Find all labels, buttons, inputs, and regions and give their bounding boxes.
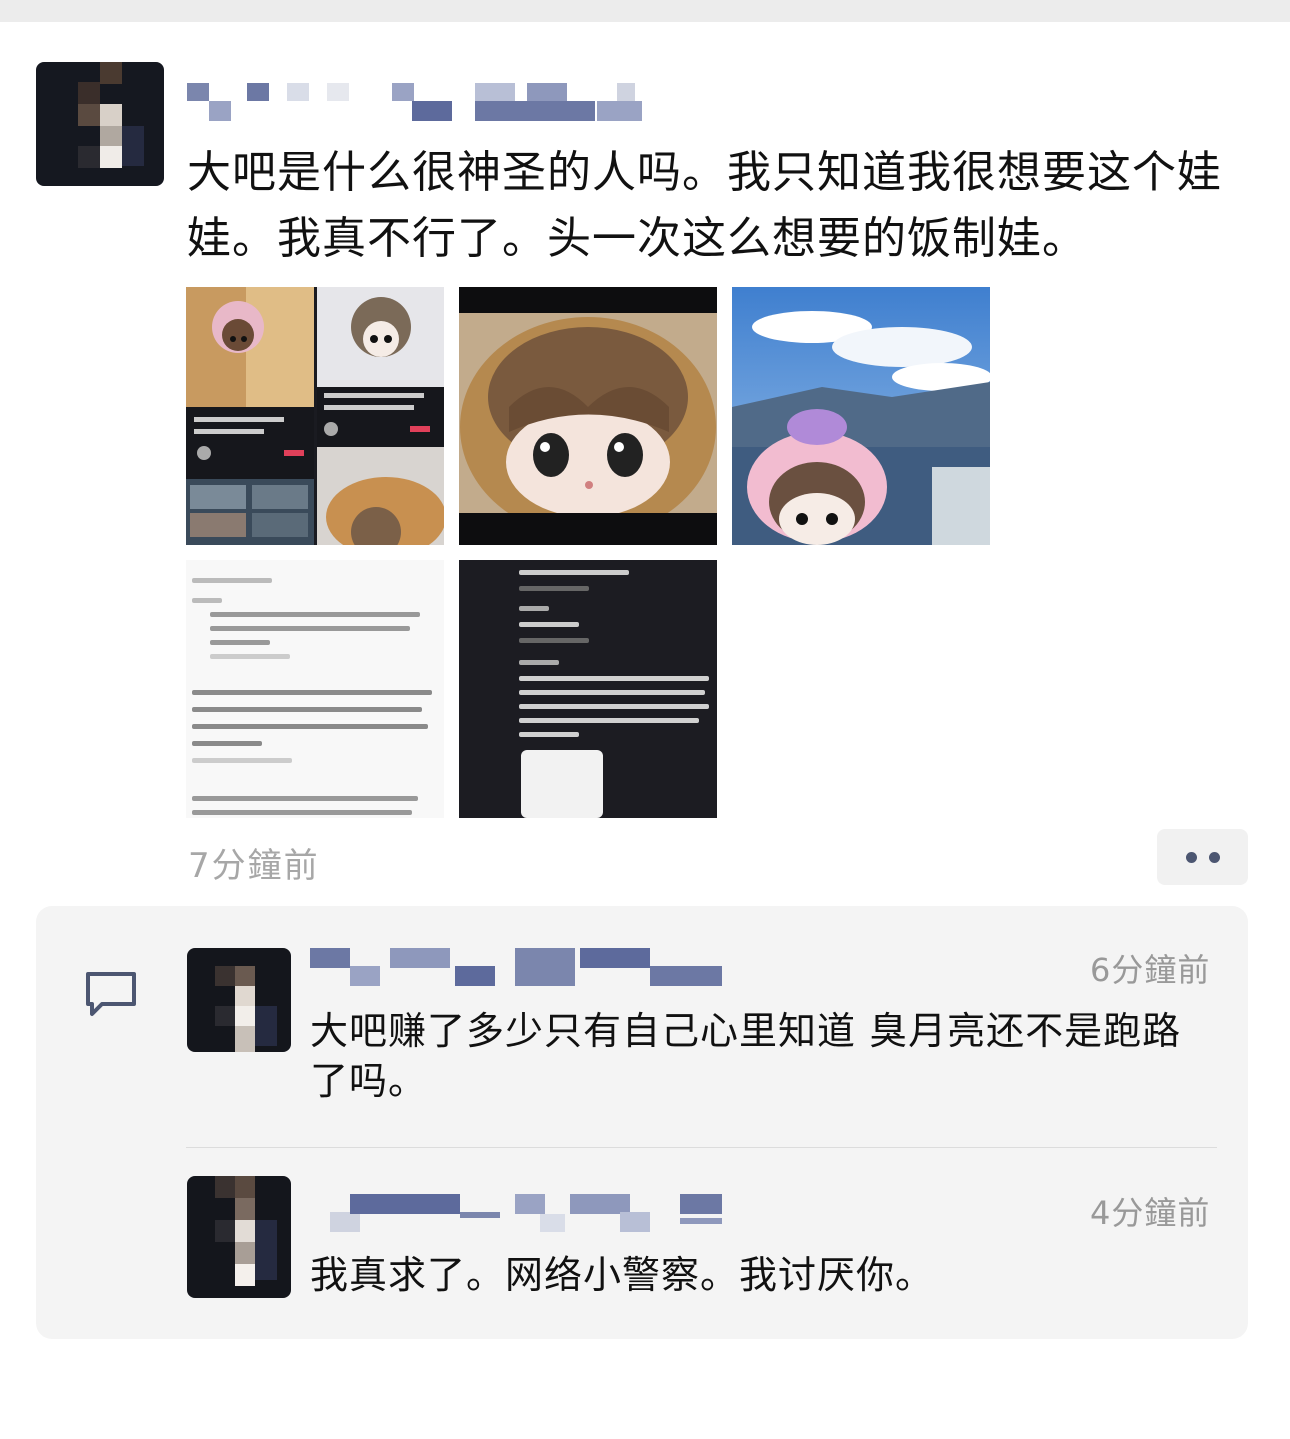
comment-screenshot-dark-icon — [459, 560, 717, 818]
post-image-4[interactable] — [186, 560, 444, 818]
comment-icon[interactable] — [84, 970, 138, 1020]
post-image-2[interactable] — [459, 287, 717, 545]
comment-1-timestamp: 6分鐘前 — [1090, 951, 1211, 989]
doll-with-sky-icon — [732, 287, 990, 545]
comment-2-timestamp: 4分鐘前 — [1090, 1194, 1211, 1232]
comment-screenshot-light-icon — [186, 560, 444, 818]
post-image-1[interactable] — [186, 287, 444, 545]
comment-2-text: 我真求了。网络小警察。我讨厌你。 — [310, 1253, 935, 1297]
post-image-3[interactable] — [732, 287, 990, 545]
comment-1-avatar[interactable] — [187, 948, 291, 1052]
comment-divider — [186, 1147, 1217, 1148]
collage-screenshot-icon — [186, 287, 444, 545]
post-author-avatar[interactable] — [36, 62, 164, 186]
post-author-name[interactable] — [187, 83, 657, 123]
post-timestamp: 7分鐘前 — [188, 846, 320, 886]
more-options-button[interactable] — [1157, 829, 1248, 885]
comment-1-text: 大吧赚了多少只有自己心里知道 臭月亮还不是跑路了吗。 — [310, 1009, 1182, 1103]
comment-1-author-name[interactable] — [310, 948, 722, 988]
more-dots-icon-dot — [1209, 852, 1220, 863]
post-text: 大吧是什么很神圣的人吗。我只知道我很想要这个娃娃。我真不行了。头一次这么想要的饭… — [187, 147, 1222, 264]
top-bar — [0, 0, 1290, 22]
post-image-5[interactable] — [459, 560, 717, 818]
comment-2-author-name[interactable] — [310, 1194, 722, 1234]
doll-face-closeup-icon — [459, 287, 717, 545]
comment-2-avatar[interactable] — [187, 1176, 291, 1298]
more-dots-icon — [1186, 852, 1197, 863]
